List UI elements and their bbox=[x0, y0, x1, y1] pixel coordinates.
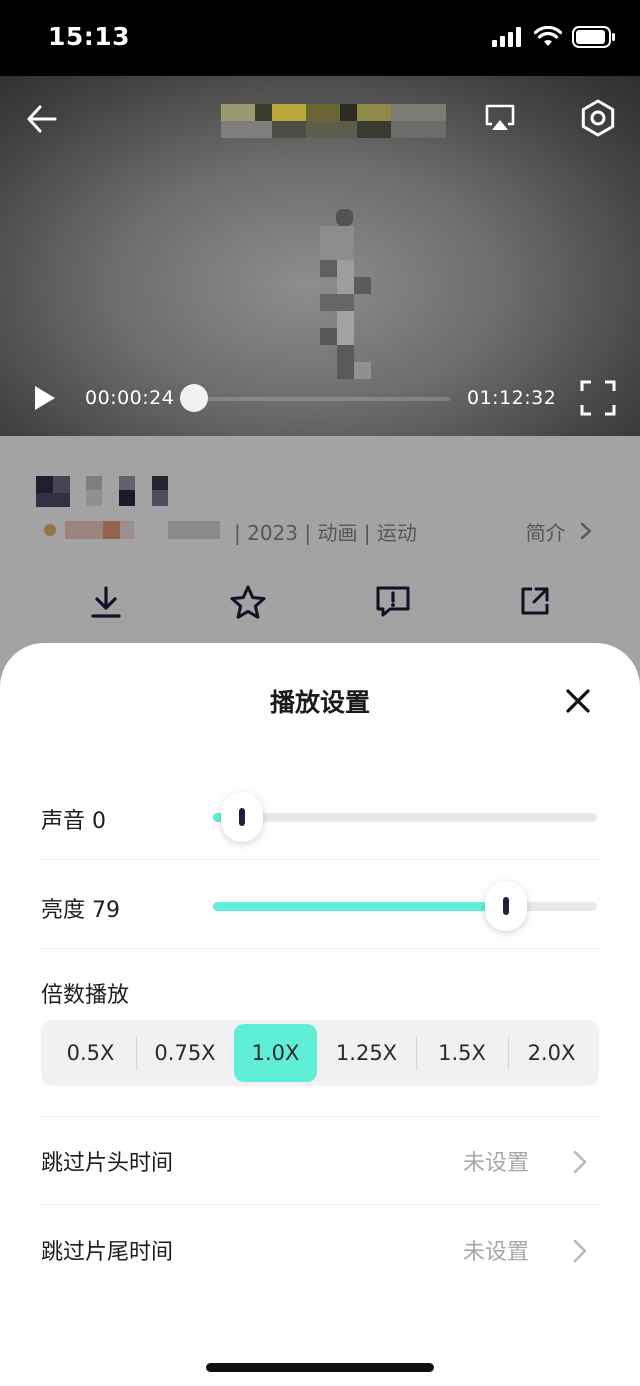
speed-option[interactable]: 2.0X bbox=[508, 1024, 595, 1082]
status-icons bbox=[492, 26, 616, 48]
volume-slider[interactable] bbox=[213, 792, 597, 842]
brightness-slider[interactable] bbox=[213, 881, 597, 931]
battery-icon bbox=[572, 26, 615, 48]
speed-selector: 0.5X 0.75X 1.0X 1.25X 1.5X 2.0X bbox=[41, 1020, 599, 1086]
status-time: 15:13 bbox=[48, 22, 131, 51]
speed-option[interactable]: 1.5X bbox=[416, 1024, 508, 1082]
speed-option[interactable]: 0.5X bbox=[45, 1024, 136, 1082]
wifi-icon bbox=[534, 26, 562, 46]
divider bbox=[41, 1204, 599, 1205]
screen: 15:13 00:00:24 01:12:32 | 2023 | 动画 | 运动… bbox=[0, 0, 640, 1386]
current-time: 00:00:24 bbox=[85, 387, 175, 409]
chevron-right-icon bbox=[573, 1239, 587, 1263]
skip-outro-label: 跳过片尾时间 bbox=[41, 1240, 174, 1265]
back-arrow-icon[interactable] bbox=[26, 104, 58, 134]
skip-intro-value: 未设置 bbox=[462, 1151, 529, 1176]
skip-intro-row[interactable]: 跳过片头时间 未设置 bbox=[41, 1138, 599, 1188]
skip-intro-label: 跳过片头时间 bbox=[41, 1151, 174, 1176]
skip-outro-value: 未设置 bbox=[462, 1240, 529, 1265]
video-player[interactable]: 00:00:24 01:12:32 bbox=[0, 76, 640, 436]
signal-icon bbox=[492, 27, 521, 47]
speed-label: 倍数播放 bbox=[41, 983, 130, 1008]
divider bbox=[41, 1116, 599, 1117]
sheet-title: 播放设置 bbox=[269, 688, 370, 717]
speed-option[interactable]: 1.25X bbox=[317, 1024, 416, 1082]
speed-option[interactable]: 0.75X bbox=[136, 1024, 234, 1082]
progress-scrubber[interactable] bbox=[180, 384, 209, 412]
volume-label: 声音 0 bbox=[41, 809, 106, 834]
chevron-right-icon bbox=[573, 1150, 587, 1174]
playback-settings-sheet: 播放设置 声音 0 亮度 79 倍数播放 0.5X 0.75X 1.0X 1.2… bbox=[0, 643, 640, 1386]
brightness-label: 亮度 79 bbox=[41, 898, 120, 923]
fullscreen-icon[interactable] bbox=[580, 380, 616, 416]
play-icon[interactable] bbox=[33, 384, 57, 412]
speed-option[interactable]: 1.0X bbox=[234, 1024, 317, 1082]
divider bbox=[41, 948, 599, 949]
progress-track[interactable] bbox=[193, 397, 450, 401]
brightness-slider-fill bbox=[213, 902, 506, 911]
duration: 01:12:32 bbox=[467, 387, 557, 409]
home-indicator[interactable] bbox=[206, 1363, 434, 1372]
gear-icon[interactable] bbox=[578, 98, 618, 138]
volume-slider-thumb[interactable] bbox=[221, 792, 263, 842]
status-bar: 15:13 bbox=[0, 0, 640, 76]
close-icon[interactable] bbox=[564, 687, 592, 715]
brightness-slider-thumb[interactable] bbox=[484, 881, 527, 931]
divider bbox=[41, 859, 599, 860]
airplay-icon[interactable] bbox=[483, 101, 517, 135]
skip-outro-row[interactable]: 跳过片尾时间 未设置 bbox=[41, 1227, 599, 1277]
